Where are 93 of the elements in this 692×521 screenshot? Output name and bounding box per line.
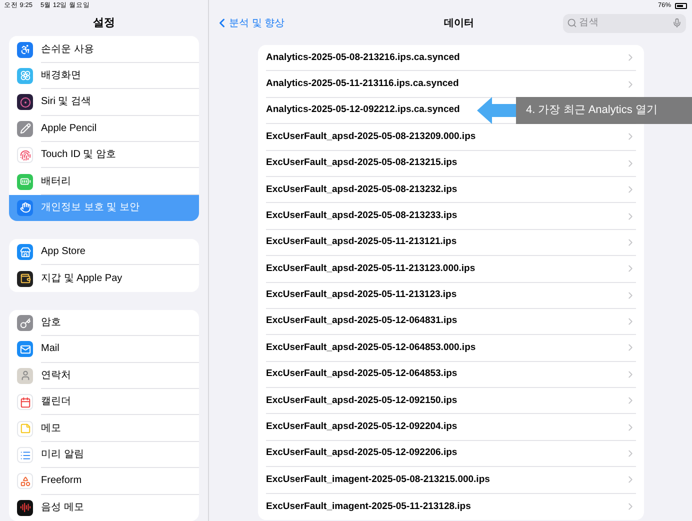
file-row[interactable]: ExcUserFault_apsd-2025-05-11-213123.000.ips (258, 256, 644, 283)
wallet-icon (17, 270, 33, 287)
file-name: ExcUserFault_apsd-2025-05-08-213215.ips (266, 156, 458, 170)
sidebar-item-label: 손쉬운 사용 (41, 42, 94, 57)
file-row[interactable]: ExcUserFault_apsd-2025-05-12-064853.000.ips (258, 335, 644, 362)
file-row[interactable]: ExcUserFault_apsd-2025-05-12-092150.ips (258, 388, 644, 414)
sidebar-item[interactable]: 메모 (9, 415, 199, 442)
file-row[interactable]: ExcUserFault_apsd-2025-05-12-064831.ips (258, 308, 644, 336)
sidebar-item[interactable]: Touch ID 및 암호 (9, 142, 199, 168)
sidebar-item-label: Siri 및 검색 (41, 95, 91, 110)
battery-status-icon (675, 3, 687, 9)
sidebar-item-label: 배터리 (41, 174, 71, 188)
key-icon (17, 315, 33, 332)
file-name: ExcUserFault_imagent-2025-05-08-213215.000.ips (266, 472, 490, 487)
page-title: 데이터 (444, 16, 474, 30)
file-name: ExcUserFault_apsd-2025-05-11-213123.000.ips (266, 262, 476, 276)
sidebar-item[interactable]: 배경화면 (9, 62, 199, 90)
search-bar[interactable]: 검색 (563, 14, 686, 32)
file-row[interactable]: ExcUserFault_apsd-2025-05-08-213215.ips (258, 150, 644, 177)
app-store-icon (17, 244, 33, 260)
file-row[interactable]: ExcUserFault_apsd-2025-05-08-213233.ips (258, 203, 644, 230)
sidebar-item[interactable]: 암호 (9, 310, 199, 336)
sidebar-item[interactable]: 캘린더 (9, 389, 199, 416)
file-name: ExcUserFault_apsd-2025-05-11-213123.ips (266, 288, 457, 302)
flower-icon (17, 68, 33, 84)
file-row[interactable]: ExcUserFault_apsd-2025-05-11-213123.ips (258, 282, 644, 309)
sidebar-item-label: Touch ID 및 암호 (41, 148, 116, 162)
file-row[interactable]: ExcUserFault_apsd-2025-05-08-213232.ips (258, 176, 644, 204)
file-row[interactable]: ExcUserFault_apsd-2025-05-08-213209.000.ips (258, 124, 644, 151)
sidebar-item-label: 암호 (41, 316, 61, 330)
search-icon (567, 18, 577, 28)
sidebar-item-label: 개인정보 보호 및 보안 (41, 201, 140, 216)
file-row[interactable]: ExcUserFault_apsd-2025-05-11-213121.ips (258, 230, 644, 256)
sidebar-item-label: 음성 메모 (41, 501, 84, 516)
file-name: ExcUserFault_imagent-2025-05-11-213128.ips (266, 500, 471, 514)
annotation-tooltip: 4. 가장 최근 Analytics 열기 (516, 96, 692, 124)
file-name: ExcUserFault_apsd-2025-05-08-213233.ips (266, 208, 458, 223)
sidebar-item[interactable]: Siri 및 검색 (9, 89, 199, 116)
search-input[interactable]: 검색 (579, 16, 670, 30)
sidebar-title: 설정 (93, 16, 115, 31)
back-button[interactable]: 분석 및 향상 (215, 16, 355, 30)
file-name: ExcUserFault_apsd-2025-05-12-092204.ips (266, 420, 458, 434)
microphone-icon (672, 18, 682, 28)
waveform-icon (17, 500, 33, 516)
file-row[interactable]: ExcUserFault_imagent-2025-05-08-213215.000.ips (258, 467, 644, 494)
shapes-icon (17, 473, 33, 490)
contact-icon (17, 368, 33, 384)
sidebar-item[interactable]: 음성 메모 (9, 494, 199, 521)
sidebar-item[interactable]: Apple Pencil (9, 116, 199, 142)
fingerprint-icon (17, 147, 33, 164)
sidebar-item[interactable]: App Store (9, 239, 199, 266)
file-name: ExcUserFault_apsd-2025-05-12-064853.ips (266, 367, 458, 382)
pencil-icon (17, 120, 33, 137)
hand-icon (17, 200, 33, 216)
sidebar-item-label: 미리 알림 (41, 448, 84, 462)
file-name: ExcUserFault_apsd-2025-05-12-064853.000.ips (266, 340, 476, 355)
file-name: ExcUserFault_apsd-2025-05-11-213121.ips (266, 235, 457, 250)
sidebar-item-label: Freeform (41, 474, 82, 488)
list-icon (17, 447, 33, 464)
sidebar-item[interactable]: 지갑 및 Apple Pay (9, 265, 199, 292)
sidebar-item-label: 지갑 및 Apple Pay (41, 272, 122, 286)
file-name: ExcUserFault_apsd-2025-05-12-092206.ips (266, 446, 458, 460)
sidebar-item[interactable]: 손쉬운 사용 (9, 36, 199, 63)
file-row[interactable]: Analytics-2025-05-08-213216.ips.ca.synced (258, 45, 644, 72)
sidebar-item-label: 배경화면 (41, 68, 81, 83)
file-name: ExcUserFault_apsd-2025-05-12-092150.ips (266, 394, 458, 408)
battery-icon (17, 174, 33, 190)
orb-icon (17, 94, 33, 110)
accessibility-icon (17, 42, 33, 58)
sidebar-item-label: Mail (41, 342, 60, 356)
file-name: Analytics-2025-05-08-213216.ips.ca.synced (266, 50, 460, 65)
file-name: Analytics-2025-05-12-092212.ips.ca.synced (266, 103, 460, 118)
sidebar-item-label: 메모 (41, 422, 61, 436)
file-row[interactable]: ExcUserFault_apsd-2025-05-12-064853.ips (258, 362, 644, 388)
arrow-pointing-left-icon (477, 96, 516, 124)
file-name: ExcUserFault_apsd-2025-05-12-064831.ips (266, 314, 458, 328)
sidebar-item-label: Apple Pencil (41, 122, 97, 136)
sidebar-item-label: 연락처 (41, 368, 71, 383)
sidebar-item[interactable]: Mail (9, 336, 199, 363)
file-name: Analytics-2025-05-11-213116.ips.ca.synced (266, 76, 459, 91)
file-name: ExcUserFault_apsd-2025-05-08-213232.ips (266, 182, 458, 197)
sidebar-item-label: App Store (41, 245, 86, 260)
file-row[interactable]: ExcUserFault_apsd-2025-05-12-092206.ips (258, 440, 644, 468)
file-name: ExcUserFault_apsd-2025-05-08-213209.000.ips (266, 130, 476, 144)
sidebar-item[interactable]: 미리 알림 (9, 442, 199, 468)
sidebar-item[interactable]: Freeform (9, 468, 199, 495)
note-icon (17, 420, 33, 437)
sidebar-item-label: 캘린더 (41, 395, 71, 410)
file-row[interactable]: ExcUserFault_apsd-2025-05-12-092204.ips (258, 414, 644, 441)
file-row[interactable]: ExcUserFault_imagent-2025-05-11-213128.ips (258, 494, 644, 520)
mail-icon (17, 341, 33, 358)
sidebar-item[interactable]: 연락처 (9, 362, 199, 390)
calendar-icon (17, 394, 33, 410)
